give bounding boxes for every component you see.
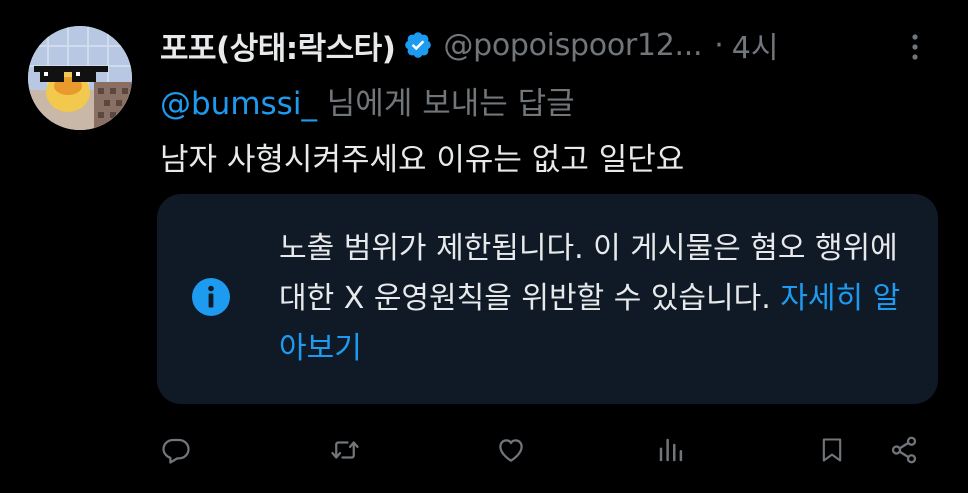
reply-icon[interactable]: [156, 430, 196, 470]
reply-mention-link[interactable]: @bumssi_: [160, 86, 317, 122]
separator-dot: ·: [714, 27, 724, 63]
user-handle[interactable]: @popoispoor12...: [443, 28, 702, 63]
views-icon[interactable]: [651, 430, 691, 470]
more-options-icon[interactable]: [904, 34, 926, 60]
tweet-text: 남자 사형시켜주세요 이유는 없고 일단요: [160, 142, 685, 178]
timestamp[interactable]: 4시: [732, 23, 779, 67]
avatar[interactable]: [28, 26, 132, 130]
share-icon[interactable]: [884, 430, 924, 470]
tweet[interactable]: 포포(상태:락스타) @popoispoor12... · 4시 @bumssi…: [0, 0, 968, 493]
reply-suffix: 님에게 보내는 답글: [316, 86, 575, 122]
notice-text: 노출 범위가 제한됩니다. 이 게시물은 혐오 행위에 대한 X 운영원칙을 위…: [279, 224, 919, 374]
content-notice: 노출 범위가 제한됩니다. 이 게시물은 혐오 행위에 대한 X 운영원칙을 위…: [157, 194, 938, 404]
retweet-icon[interactable]: [325, 430, 365, 470]
verified-badge-icon: [403, 30, 433, 60]
info-icon: [191, 277, 231, 317]
display-name[interactable]: 포포(상태:락스타): [160, 23, 396, 68]
tweet-header: 포포(상태:락스타) @popoispoor12... · 4시: [160, 20, 940, 70]
reply-context: @bumssi_ 님에게 보내는 답글: [160, 78, 575, 123]
bookmark-icon[interactable]: [812, 430, 852, 470]
like-icon[interactable]: [491, 430, 531, 470]
